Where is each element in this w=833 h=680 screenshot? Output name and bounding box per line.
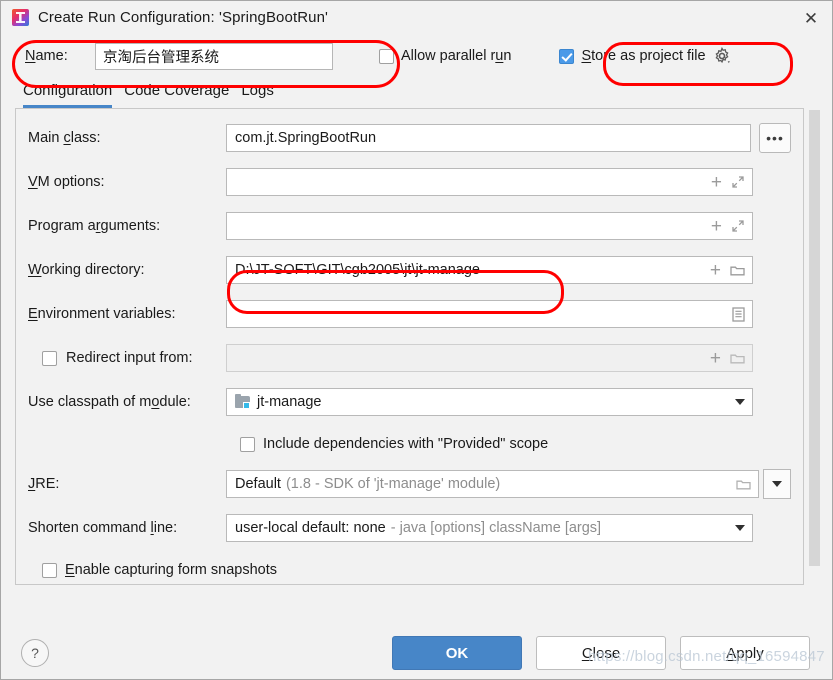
jre-label: JRE:	[28, 476, 60, 492]
main-class-browse-button[interactable]: •••	[759, 123, 791, 153]
shorten-command-line-row: Shorten command line: user-local default…	[28, 513, 791, 543]
working-directory-input[interactable]: D:\JT-SOFT\GIT\cgb2005\jt\jt-manage +	[226, 256, 753, 284]
tab-bar: Configuration Code Coverage Logs	[1, 78, 832, 108]
intellij-idea-icon	[12, 9, 29, 26]
jre-value-strong: Default	[235, 476, 281, 492]
store-as-project-file-label: Store as project file	[581, 48, 706, 64]
allow-parallel-run-label: Allow parallel run	[401, 48, 512, 64]
folder-icon[interactable]	[730, 352, 745, 365]
enable-capturing-checkbox[interactable]: Enable capturing form snapshots	[42, 562, 277, 578]
redirect-input-checkbox[interactable]: Redirect input from:	[28, 350, 226, 366]
shorten-command-line-label: Shorten command line:	[28, 520, 178, 536]
redirect-input-row: Redirect input from: +	[28, 343, 791, 373]
shorten-command-line-combo[interactable]: user-local default: none - java [options…	[226, 514, 753, 542]
title-bar: Create Run Configuration: 'SpringBootRun…	[1, 1, 832, 34]
program-arguments-row: Program arguments: +	[28, 211, 791, 241]
ok-button[interactable]: OK	[392, 636, 522, 670]
chevron-down-icon	[772, 481, 782, 487]
include-provided-label: Include dependencies with "Provided" sco…	[263, 436, 549, 452]
tab-configuration[interactable]: Configuration	[23, 82, 113, 108]
shorten-command-line-value-strong: user-local default: none	[235, 520, 386, 536]
jre-dropdown-button[interactable]	[763, 469, 791, 499]
create-run-configuration-dialog: Create Run Configuration: 'SpringBootRun…	[0, 0, 833, 680]
include-provided-box[interactable]	[240, 436, 255, 452]
working-directory-label: Working directory:	[28, 262, 145, 278]
include-provided-row: Include dependencies with "Provided" sco…	[28, 431, 791, 457]
configuration-panel-wrap: Main class: com.jt.SpringBootRun ••• VM …	[1, 108, 832, 627]
dialog-footer: ? OK Close Apply	[1, 627, 832, 679]
environment-variables-label: Environment variables:	[28, 306, 176, 322]
name-label: Name:	[25, 48, 68, 64]
help-button[interactable]: ?	[21, 639, 49, 667]
list-icon[interactable]	[732, 306, 745, 322]
enable-capturing-row: Enable capturing form snapshots	[28, 557, 791, 583]
expand-icon[interactable]	[731, 219, 745, 233]
shorten-command-line-value-detail: - java [options] className [args]	[390, 520, 602, 536]
main-class-row: Main class: com.jt.SpringBootRun •••	[28, 123, 791, 153]
enable-capturing-box[interactable]	[42, 562, 57, 578]
program-arguments-label: Program arguments:	[28, 218, 161, 234]
module-icon	[235, 394, 251, 409]
redirect-input-box[interactable]	[42, 350, 57, 366]
tab-logs[interactable]: Logs	[241, 82, 274, 108]
jre-row: JRE: Default (1.8 - SDK of 'jt-manage' m…	[28, 469, 791, 499]
redirect-input-path-field[interactable]: +	[226, 344, 753, 372]
jre-combo[interactable]: Default (1.8 - SDK of 'jt-manage' module…	[226, 470, 759, 498]
environment-variables-row: Environment variables:	[28, 299, 791, 329]
expand-icon[interactable]	[731, 175, 745, 189]
store-as-project-file-box[interactable]	[559, 48, 575, 64]
plus-icon[interactable]: +	[711, 217, 722, 236]
vertical-scrollbar[interactable]	[809, 110, 820, 566]
chevron-down-icon[interactable]	[735, 525, 745, 531]
vm-options-input[interactable]: +	[226, 168, 753, 196]
tab-code-coverage[interactable]: Code Coverage	[124, 82, 229, 108]
name-row: Name: 京淘后台管理系统 Allow parallel run Store …	[1, 34, 832, 78]
store-as-project-file-checkbox[interactable]: Store as project file	[559, 48, 706, 64]
folder-icon[interactable]	[736, 478, 751, 491]
use-classpath-of-module-label: Use classpath of module:	[28, 394, 191, 410]
include-provided-checkbox[interactable]: Include dependencies with "Provided" sco…	[240, 436, 548, 452]
plus-icon[interactable]: +	[711, 173, 722, 192]
close-button[interactable]: Close	[536, 636, 666, 670]
main-class-label: Main class:	[28, 130, 101, 146]
name-input[interactable]: 京淘后台管理系统	[95, 42, 333, 70]
gear-icon[interactable]	[713, 46, 731, 65]
close-icon[interactable]: ✕	[798, 5, 824, 31]
use-classpath-of-module-combo[interactable]: jt-manage	[226, 388, 753, 416]
use-classpath-of-module-value: jt-manage	[257, 394, 322, 410]
window-title: Create Run Configuration: 'SpringBootRun…	[38, 9, 328, 26]
enable-capturing-label: Enable capturing form snapshots	[65, 562, 277, 578]
jre-value-detail: (1.8 - SDK of 'jt-manage' module)	[285, 476, 501, 492]
vm-options-row: VM options: +	[28, 167, 791, 197]
plus-icon[interactable]: +	[710, 261, 721, 280]
chevron-down-icon[interactable]	[735, 399, 745, 405]
vm-options-label: VM options:	[28, 174, 105, 190]
apply-button[interactable]: Apply	[680, 636, 810, 670]
plus-icon[interactable]: +	[710, 349, 721, 368]
working-directory-value: D:\JT-SOFT\GIT\cgb2005\jt\jt-manage	[235, 262, 480, 278]
main-class-input[interactable]: com.jt.SpringBootRun	[226, 124, 751, 152]
configuration-panel: Main class: com.jt.SpringBootRun ••• VM …	[15, 108, 804, 585]
use-classpath-of-module-row: Use classpath of module: jt-manage	[28, 387, 791, 417]
folder-icon[interactable]	[730, 264, 745, 277]
program-arguments-input[interactable]: +	[226, 212, 753, 240]
allow-parallel-run-box[interactable]	[379, 48, 394, 64]
environment-variables-input[interactable]	[226, 300, 753, 328]
working-directory-row: Working directory: D:\JT-SOFT\GIT\cgb200…	[28, 255, 791, 285]
redirect-input-label: Redirect input from:	[66, 350, 193, 366]
allow-parallel-run-checkbox[interactable]: Allow parallel run	[379, 48, 511, 64]
